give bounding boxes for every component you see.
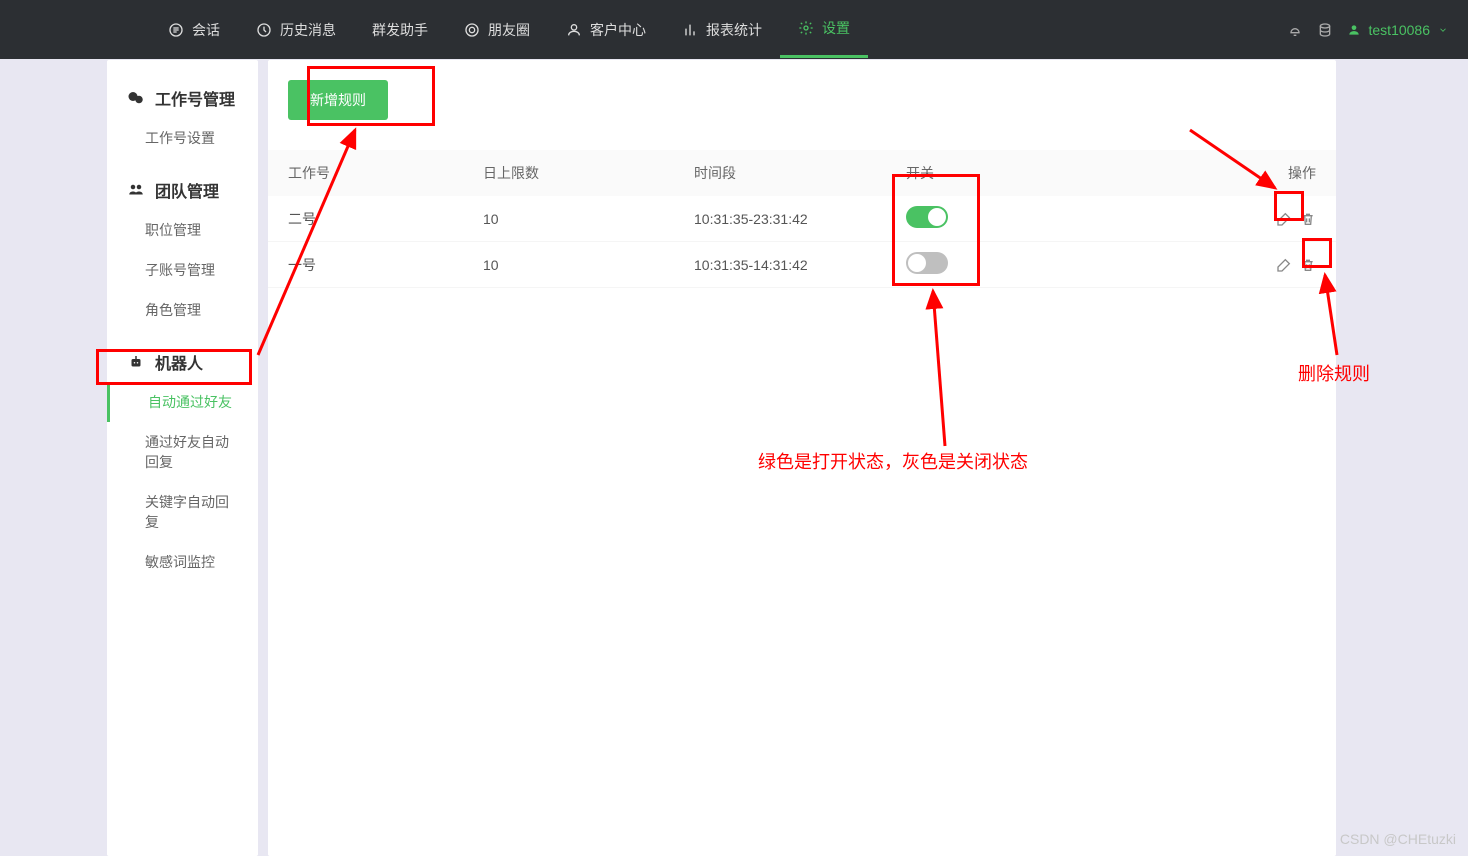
table-row: 二号 10 10:31:35-23:31:42: [268, 196, 1336, 242]
th-limit: 日上限数: [483, 163, 694, 183]
user-menu[interactable]: test10086: [1347, 22, 1449, 38]
sidebar-item-subaccount[interactable]: 子账号管理: [107, 250, 258, 290]
section-title: 工作号管理: [155, 86, 235, 110]
annotation-text: 绿色是打开状态，灰色是关闭状态: [758, 448, 1028, 474]
nav-stats[interactable]: 报表统计: [664, 2, 780, 58]
nav-chat[interactable]: 会话: [150, 2, 238, 58]
nav-label: 历史消息: [280, 20, 336, 40]
user-icon: [566, 22, 582, 38]
sidebar-item-worknum-set[interactable]: 工作号设置: [107, 118, 258, 158]
section-title: 机器人: [155, 350, 203, 374]
robot-icon: [127, 353, 145, 371]
nav-customer[interactable]: 客户中心: [548, 2, 664, 58]
chevron-down-icon: [1438, 25, 1448, 35]
nav-label: 报表统计: [706, 20, 762, 40]
delete-icon[interactable]: [1300, 257, 1316, 273]
th-action: 操作: [1276, 163, 1316, 183]
clock-icon: [256, 22, 272, 38]
nav-label: 设置: [822, 18, 850, 38]
nav-right: test10086: [1287, 22, 1449, 38]
edit-icon[interactable]: [1276, 257, 1292, 273]
nav-label: 客户中心: [590, 20, 646, 40]
sidebar-item-autoapprove[interactable]: 自动通过好友: [107, 382, 258, 422]
top-nav: 会话 历史消息 群发助手 朋友圈 客户中心 报表统计 设置: [0, 0, 1468, 59]
cell-switch: [906, 206, 1276, 231]
cell-switch: [906, 252, 1276, 277]
content-wrapper: 工作号管理 工作号设置 团队管理 职位管理 子账号管理 角色管理 机器人 自动通…: [0, 60, 1468, 856]
rules-table: 工作号 日上限数 时间段 开关 操作 二号 10 10:31:35-23:31:…: [268, 150, 1336, 288]
nav-groupsend[interactable]: 群发助手: [354, 2, 446, 58]
watermark: CSDN @CHEtuzki: [1340, 831, 1456, 847]
nav-moments[interactable]: 朋友圈: [446, 2, 548, 58]
avatar-icon: [1347, 23, 1361, 37]
sidebar-item-autorespond[interactable]: 通过好友自动回复: [107, 422, 258, 482]
section-robot: 机器人: [107, 342, 258, 382]
sidebar-item-position[interactable]: 职位管理: [107, 210, 258, 250]
sidebar-item-sensitive[interactable]: 敏感词监控: [107, 542, 258, 582]
cell-actions: [1276, 257, 1316, 273]
nav-label: 朋友圈: [488, 20, 530, 40]
nav-history[interactable]: 历史消息: [238, 2, 354, 58]
toggle-knob: [928, 208, 946, 226]
cell-worknum: 二号: [288, 209, 483, 229]
chat-icon: [168, 22, 184, 38]
annotation-text: 删除规则: [1298, 360, 1370, 386]
table-row: 一号 10 10:31:35-14:31:42: [268, 242, 1336, 288]
section-title: 团队管理: [155, 178, 219, 202]
team-icon: [127, 181, 145, 199]
gear-icon: [798, 20, 814, 36]
cell-time: 10:31:35-14:31:42: [694, 257, 906, 273]
sidebar-item-role[interactable]: 角色管理: [107, 290, 258, 330]
bar-chart-icon: [682, 22, 698, 38]
delete-icon[interactable]: [1300, 211, 1316, 227]
sidebar: 工作号管理 工作号设置 团队管理 职位管理 子账号管理 角色管理 机器人 自动通…: [107, 60, 258, 856]
th-switch: 开关: [906, 163, 1276, 183]
th-time: 时间段: [694, 163, 906, 183]
edit-icon[interactable]: [1276, 211, 1292, 227]
nav-label: 会话: [192, 20, 220, 40]
username: test10086: [1369, 22, 1431, 38]
wechat-icon: [127, 89, 145, 107]
sidebar-item-keyword[interactable]: 关键字自动回复: [107, 482, 258, 542]
add-rule-button[interactable]: 新增规则: [288, 80, 388, 120]
nav-label: 群发助手: [372, 20, 428, 40]
cell-worknum: 一号: [288, 255, 483, 275]
toggle-knob: [908, 254, 926, 272]
cell-limit: 10: [483, 257, 694, 273]
table-head: 工作号 日上限数 时间段 开关 操作: [268, 150, 1336, 196]
cell-limit: 10: [483, 211, 694, 227]
cell-actions: [1276, 211, 1316, 227]
cell-time: 10:31:35-23:31:42: [694, 211, 906, 227]
th-worknum: 工作号: [288, 163, 483, 183]
section-worknum: 工作号管理: [107, 78, 258, 118]
circle-icon: [464, 22, 480, 38]
database-icon[interactable]: [1317, 22, 1333, 38]
section-team: 团队管理: [107, 170, 258, 210]
toggle-switch[interactable]: [906, 252, 948, 274]
nav-settings[interactable]: 设置: [780, 2, 868, 58]
toggle-switch[interactable]: [906, 206, 948, 228]
nav-left: 会话 历史消息 群发助手 朋友圈 客户中心 报表统计 设置: [150, 2, 868, 58]
bell-icon[interactable]: [1287, 22, 1303, 38]
